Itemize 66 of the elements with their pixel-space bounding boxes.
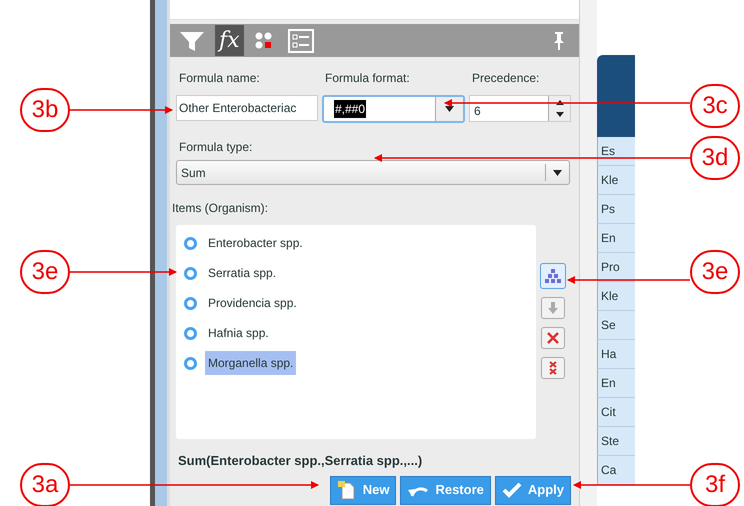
list-item[interactable]: Hafnia spp.	[184, 323, 528, 343]
list-item[interactable]: Serratia spp.	[184, 263, 528, 283]
list-icon	[288, 28, 314, 52]
ring-icon	[184, 296, 197, 310]
function-icon: fx	[219, 30, 240, 52]
list-item[interactable]: Providencia spp.	[184, 293, 528, 313]
item-label: Providencia spp.	[207, 295, 298, 312]
increment-icon[interactable]	[556, 100, 564, 105]
down-arrow-icon	[547, 302, 559, 314]
list-item[interactable]: Morganella spp.	[184, 353, 528, 373]
callout-label: 3e	[690, 250, 740, 294]
table-cell-text: Pro	[601, 259, 620, 276]
dropdown-caret-icon	[445, 106, 454, 112]
formula-name-field[interactable]: Other Enterobacteriac	[176, 95, 318, 121]
table-cell-text: En	[601, 375, 616, 392]
formula-expression: Sum(Enterobacter spp.,Serratia spp.,...)	[177, 452, 424, 470]
pin-icon[interactable]	[552, 30, 566, 50]
formula-format-label: Formula format:	[324, 70, 411, 87]
hierarchy-icon	[544, 268, 562, 284]
table-cell-text: Cit	[601, 404, 616, 421]
item-label: Hafnia spp.	[207, 325, 270, 342]
ring-icon	[184, 236, 197, 250]
precedence-value: 6	[474, 103, 481, 120]
table-cell-text: Ste	[601, 433, 620, 450]
formula-type-value: Sum	[181, 164, 206, 182]
precedence-label: Precedence:	[471, 70, 540, 87]
ring-icon	[184, 326, 197, 340]
list-item[interactable]: Enterobacter spp.	[184, 233, 528, 253]
selected-format-text: #,##0	[334, 100, 366, 118]
filter-icon	[179, 30, 205, 52]
double-x-icon	[548, 360, 558, 376]
callout-label: 3d	[690, 136, 740, 180]
table-cell-text: En	[601, 230, 616, 247]
table-cell-text: Se	[601, 317, 616, 334]
formula-name-label: Formula name:	[178, 70, 261, 87]
formula-type-label: Formula type:	[178, 139, 254, 156]
table-cell-text: Kle	[601, 288, 618, 305]
hierarchy-button[interactable]	[540, 263, 566, 289]
ring-icon	[184, 266, 197, 280]
close-icon	[547, 332, 559, 344]
new-document-icon	[336, 480, 357, 500]
item-label: Morganella spp.	[205, 351, 296, 375]
table-cell-text: Ca	[601, 462, 616, 479]
dots-icon	[254, 30, 274, 50]
item-label: Serratia spp.	[207, 265, 278, 282]
ring-icon	[184, 356, 197, 370]
callout-label: 3b	[20, 88, 70, 132]
checkmark-icon	[502, 482, 522, 498]
precedence-spinner[interactable]: 6	[469, 95, 571, 122]
items-label: Items (Organism):	[172, 200, 270, 217]
toolbar-tab[interactable]: fx	[215, 25, 244, 56]
remove-all-button[interactable]	[541, 357, 565, 379]
item-label: Enterobacter spp.	[207, 235, 304, 252]
table-cell-text: Ha	[601, 346, 616, 363]
dropdown-caret-icon	[553, 170, 562, 176]
callout-label: 3e	[20, 250, 70, 294]
decrement-icon[interactable]	[556, 112, 564, 118]
formula-type-dropdown[interactable]: Sum	[176, 160, 570, 185]
callout-label: 3f	[690, 463, 740, 506]
callout-label: 3c	[690, 84, 740, 128]
table-cell-text: Es	[601, 143, 616, 160]
remove-button[interactable]	[541, 327, 565, 349]
table-cell-text: Kle	[601, 172, 618, 189]
callout-label: 3a	[20, 463, 70, 506]
formula-format-dropdown[interactable]: #,##0	[322, 95, 465, 123]
table-cell-text: Ps	[601, 201, 616, 218]
